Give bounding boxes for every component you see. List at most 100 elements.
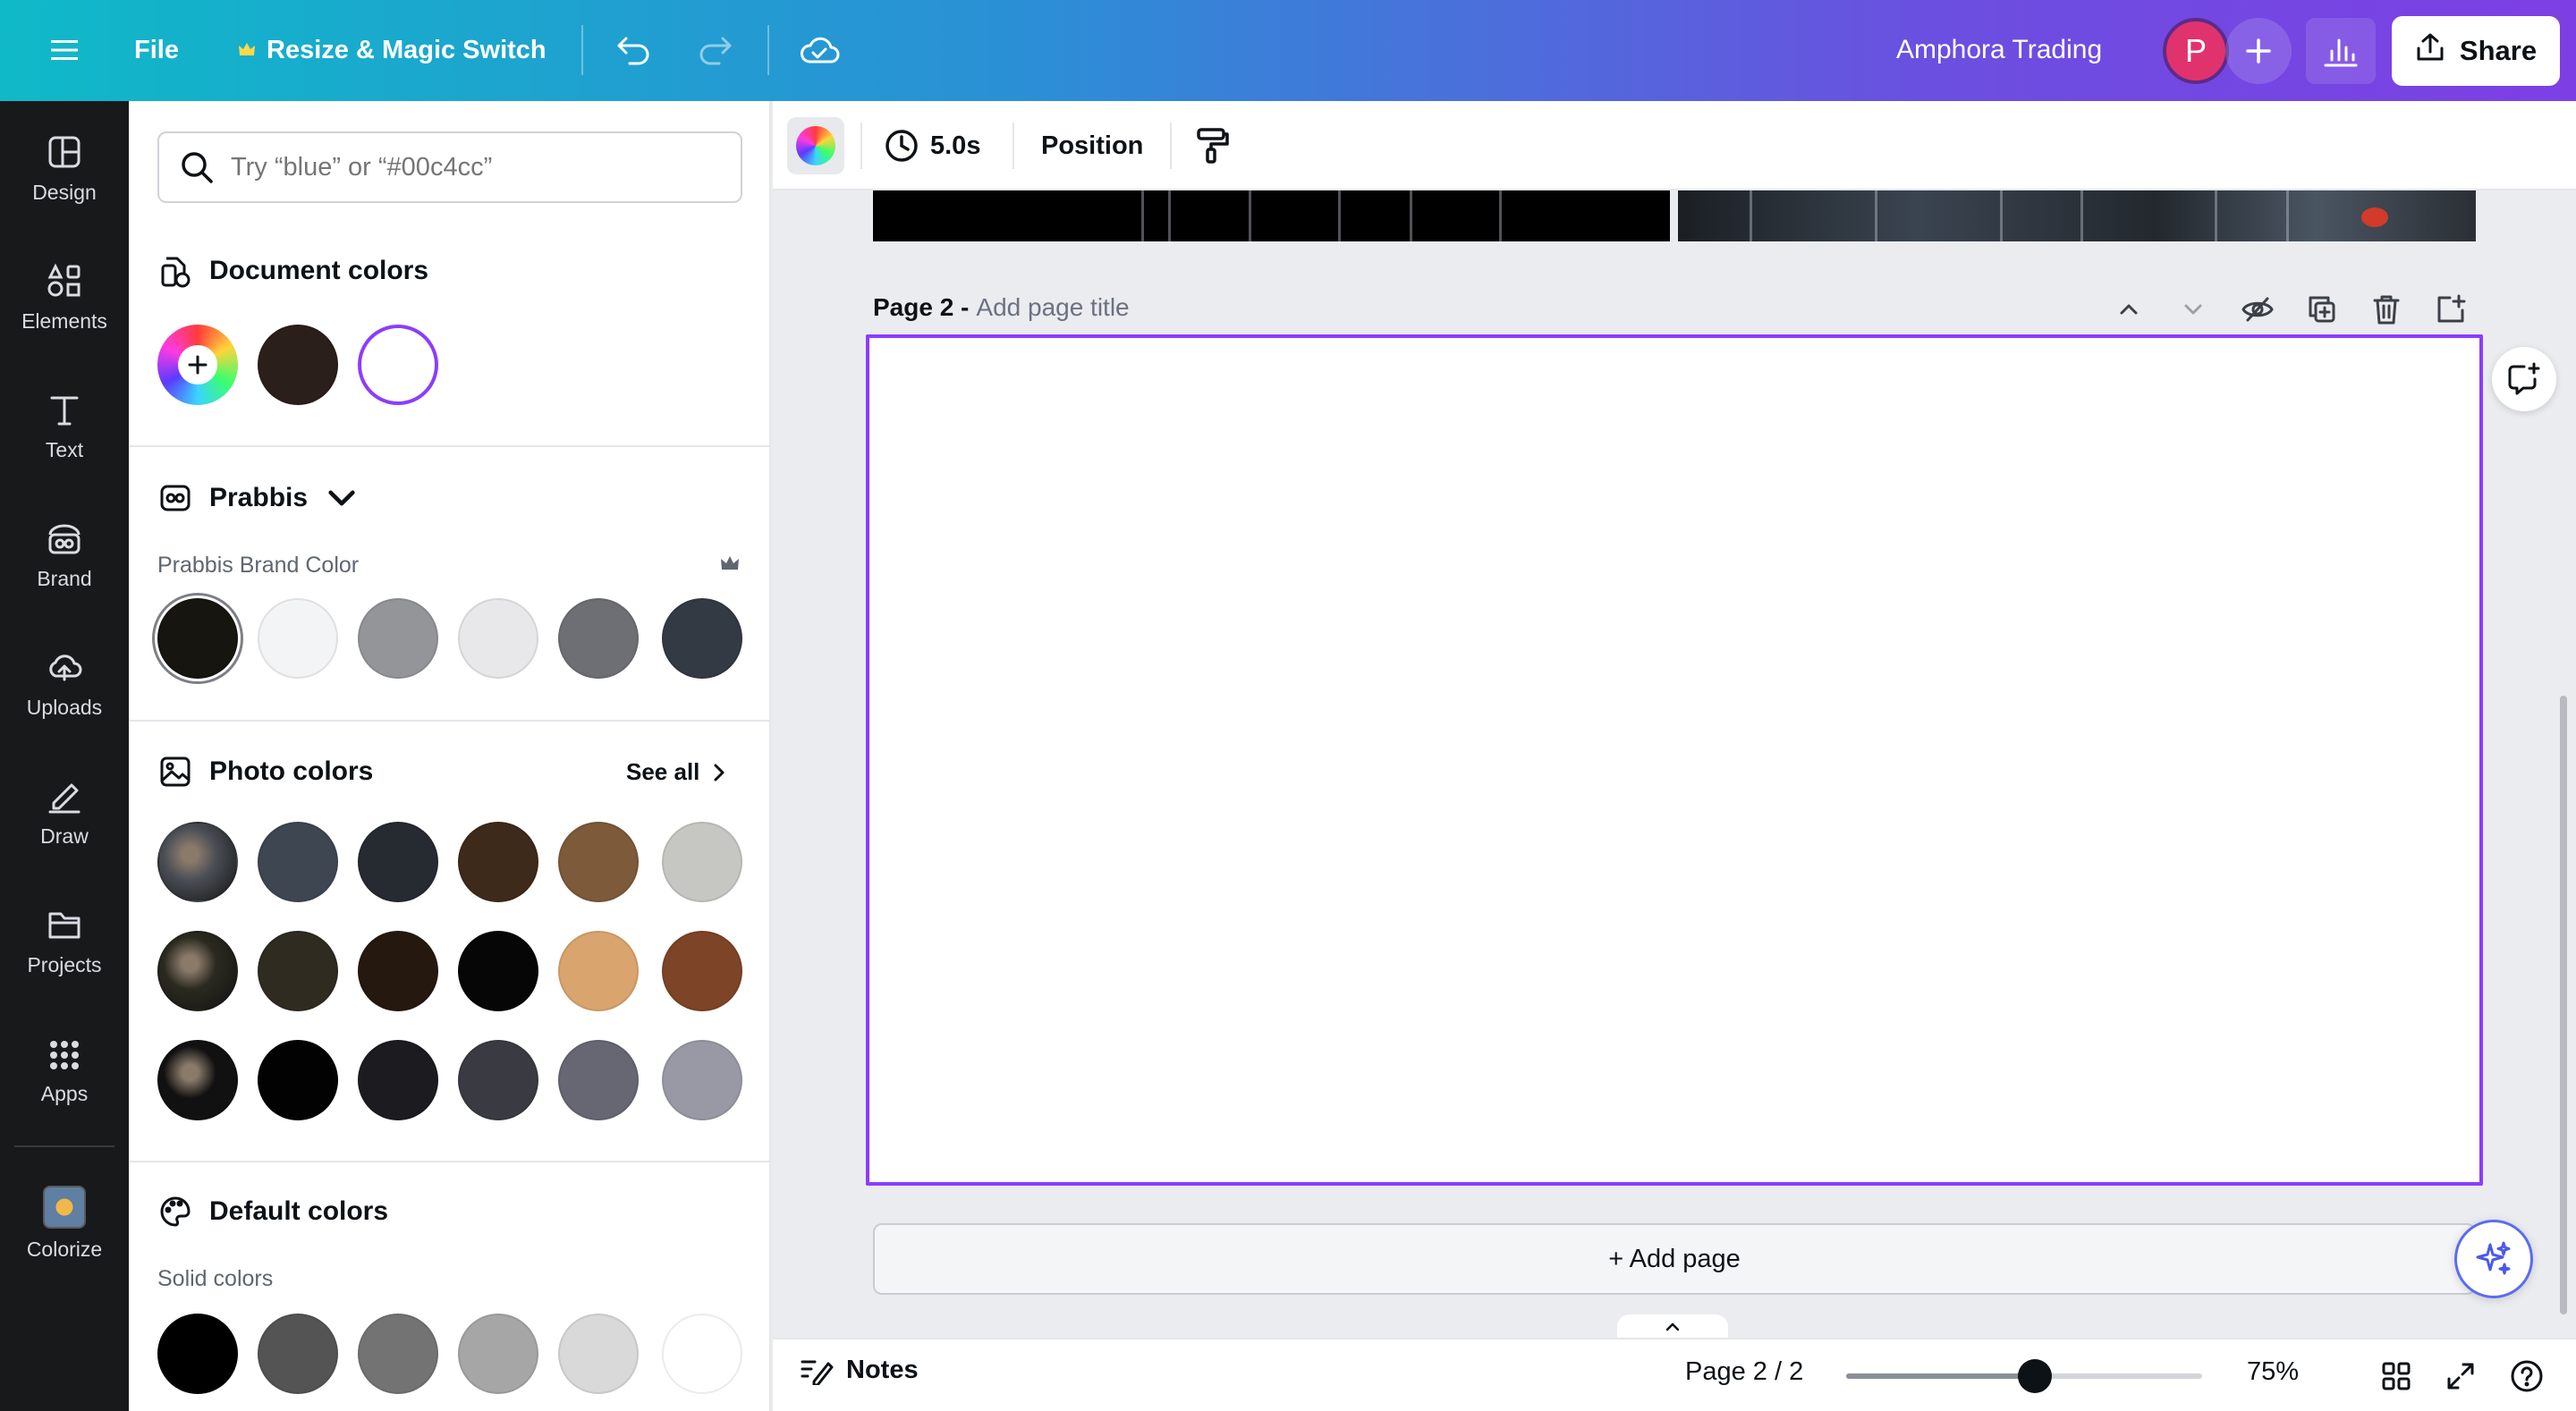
cloud-saved-icon[interactable] <box>792 27 846 73</box>
color-picker-button[interactable] <box>787 117 844 174</box>
add-color-button[interactable] <box>157 325 238 405</box>
page-2-canvas[interactable] <box>866 334 2483 1186</box>
menu-icon[interactable] <box>41 27 88 73</box>
magic-sparkle-icon[interactable] <box>2454 1220 2533 1298</box>
page-1-image-left[interactable] <box>873 190 1670 241</box>
photo-color-swatch[interactable] <box>558 1040 639 1120</box>
brand-color-swatch[interactable] <box>157 598 238 679</box>
photo-color-swatch[interactable] <box>558 822 639 902</box>
add-page-button[interactable]: + Add page <box>873 1223 2476 1295</box>
photo-color-swatch[interactable] <box>558 931 639 1011</box>
photo-color-swatch[interactable] <box>358 1040 438 1120</box>
photo-color-swatch[interactable] <box>358 822 438 902</box>
default-color-swatch[interactable] <box>558 1314 639 1394</box>
default-color-swatch[interactable] <box>358 1314 438 1394</box>
chevron-down-icon[interactable] <box>2172 288 2215 331</box>
user-avatar[interactable]: P <box>2163 18 2229 84</box>
chevron-up-icon[interactable] <box>2107 288 2150 331</box>
color-search-input[interactable] <box>231 152 732 182</box>
zoom-slider-thumb[interactable] <box>2017 1359 2052 1393</box>
collapse-pages-tab[interactable] <box>1617 1314 1728 1339</box>
project-title[interactable]: Amphora Trading <box>1896 27 2102 73</box>
photo-color-swatch[interactable] <box>458 822 538 902</box>
default-colors-title: Default colors <box>209 1196 389 1226</box>
default-color-swatch[interactable] <box>258 1314 338 1394</box>
rail-item-projects[interactable]: Projects <box>0 888 129 993</box>
brand-palette-label: Prabbis Brand Color <box>157 553 360 578</box>
rail-item-brand[interactable]: Brand <box>0 502 129 607</box>
brand-color-swatch[interactable] <box>358 598 438 679</box>
document-color-swatch[interactable] <box>358 325 438 405</box>
photo-color-swatch[interactable] <box>662 822 742 902</box>
photo-thumbnail-swatch[interactable] <box>157 822 238 902</box>
add-collaborator-button[interactable] <box>2225 18 2292 84</box>
add-comment-icon[interactable] <box>2492 347 2556 411</box>
file-menu-button[interactable]: File <box>134 27 179 73</box>
rail-item-text[interactable]: Text <box>0 373 129 478</box>
page-1-image-right[interactable] <box>1678 190 2476 241</box>
redo-icon[interactable] <box>691 27 741 73</box>
rail-item-uploads[interactable]: Uploads <box>0 630 129 736</box>
chevron-up-icon <box>1665 1322 1680 1331</box>
rail-item-apps[interactable]: Apps <box>0 1017 129 1122</box>
rail-divider <box>14 1145 114 1147</box>
add-page-below-icon[interactable] <box>2429 288 2472 331</box>
rail-label: Elements <box>21 308 107 333</box>
photo-color-swatch[interactable] <box>458 1040 538 1120</box>
help-icon[interactable] <box>2504 1354 2549 1398</box>
rainbow-color-icon <box>796 126 835 165</box>
document-color-swatch[interactable] <box>258 325 338 405</box>
hide-page-eye-icon[interactable] <box>2236 288 2279 331</box>
photo-color-swatch[interactable] <box>258 931 338 1011</box>
fullscreen-icon[interactable] <box>2438 1354 2483 1398</box>
page-counter[interactable]: Page 2 / 2 <box>1685 1357 1803 1387</box>
notes-label: Notes <box>846 1356 919 1384</box>
colorize-app-icon <box>43 1185 86 1229</box>
brand-kit-header[interactable]: Prabbis <box>157 480 360 516</box>
color-search-box[interactable] <box>157 131 742 203</box>
photo-color-swatch[interactable] <box>458 931 538 1011</box>
rail-item-draw[interactable]: Draw <box>0 759 129 865</box>
document-colors-header: Document colors <box>157 253 428 289</box>
notes-button[interactable]: Notes <box>800 1356 919 1385</box>
delete-page-trash-icon[interactable] <box>2365 288 2408 331</box>
share-button[interactable]: Share <box>2392 16 2560 86</box>
see-all-photo-colors-link[interactable]: See all <box>626 758 728 786</box>
rail-item-colorize[interactable]: Colorize <box>0 1170 129 1276</box>
strawberry-photo-detail <box>2361 207 2388 227</box>
top-toolbar: File Resize & Magic Switch Amphora Tradi… <box>0 0 2576 101</box>
cloud-upload-icon <box>49 654 82 680</box>
page-title-input[interactable]: Add page title <box>976 293 1129 322</box>
rail-item-elements[interactable]: Elements <box>0 244 129 350</box>
photo-color-swatch[interactable] <box>258 822 338 902</box>
insights-chart-icon[interactable] <box>2306 18 2376 84</box>
photo-color-swatch[interactable] <box>662 931 742 1011</box>
resize-label: Resize & Magic Switch <box>267 35 547 64</box>
brand-color-swatch[interactable] <box>662 598 742 679</box>
photo-color-swatch[interactable] <box>258 1040 338 1120</box>
brand-kit-icon <box>160 485 191 511</box>
undo-icon[interactable] <box>608 27 658 73</box>
rail-item-design[interactable]: Design <box>0 115 129 221</box>
default-color-swatch[interactable] <box>458 1314 538 1394</box>
photo-color-swatch[interactable] <box>358 931 438 1011</box>
canvas-scrollbar[interactable] <box>2560 696 2567 1314</box>
brand-color-swatch[interactable] <box>458 598 538 679</box>
brand-color-swatch[interactable] <box>258 598 338 679</box>
crown-icon <box>719 553 741 578</box>
zoom-slider[interactable] <box>1846 1359 2202 1393</box>
photo-thumbnail-swatch[interactable] <box>157 1040 238 1120</box>
duplicate-page-icon[interactable] <box>2301 288 2343 331</box>
brand-color-swatch[interactable] <box>558 598 639 679</box>
default-color-swatch[interactable] <box>662 1314 742 1394</box>
position-button[interactable]: Position <box>1041 123 1143 169</box>
page-duration-button[interactable]: 5.0s <box>884 123 980 169</box>
default-color-swatch[interactable] <box>157 1314 238 1394</box>
zoom-percentage[interactable]: 75% <box>2247 1357 2299 1387</box>
plus-icon <box>178 345 217 384</box>
grid-view-icon[interactable] <box>2374 1354 2419 1398</box>
copy-style-paint-roller-icon[interactable] <box>1188 121 1238 171</box>
photo-thumbnail-swatch[interactable] <box>157 931 238 1011</box>
resize-magic-switch-button[interactable]: Resize & Magic Switch <box>238 27 547 73</box>
photo-color-swatch[interactable] <box>662 1040 742 1120</box>
